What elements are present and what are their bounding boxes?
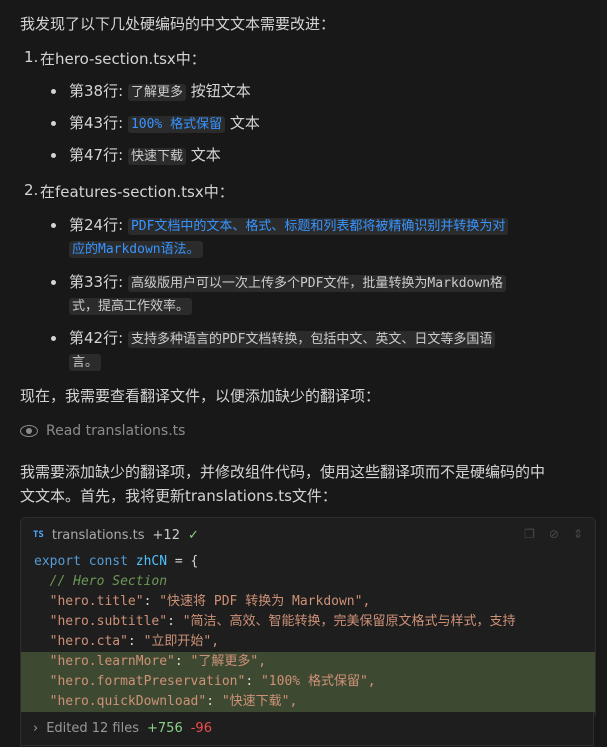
inline-code: 了解更多	[127, 84, 186, 101]
plan-text-line2: 文文本。首先，我将更新translations.ts文件：	[20, 487, 337, 505]
file-name: translations.ts	[51, 527, 145, 543]
inline-code: 言。	[69, 354, 102, 371]
bullet	[51, 89, 56, 94]
typescript-icon: TS	[33, 530, 44, 540]
list-item: 第38行: 了解更多 按钮文本	[69, 80, 251, 101]
file-edit-header[interactable]: TS translations.ts +12 ✓ ❐ ⊘ ⇕	[21, 518, 595, 552]
list-item-continuation: 式，提高工作效率。	[69, 295, 193, 315]
code-line: export const zhCN = {	[34, 554, 199, 569]
bullet	[51, 336, 56, 341]
bullet	[51, 223, 56, 228]
edited-files-label: Edited 12 files	[46, 721, 140, 736]
eye-icon	[20, 425, 38, 437]
read-file-label: Read translations.ts	[46, 423, 186, 439]
inline-code: 高级版用户可以一次上传多个PDF文件，批量转换为Markdown格	[127, 275, 507, 292]
list-item: 第33行: 高级版用户可以一次上传多个PDF文件，批量转换为Markdown格	[69, 271, 507, 292]
list-number-1: 1.	[24, 48, 39, 66]
check-text: 现在，我需要查看翻译文件，以便添加缺少的翻译项：	[20, 387, 381, 405]
expand-icon[interactable]: ⇕	[573, 527, 583, 541]
code-line-added: "hero.quickDownload": "快速下载",	[21, 692, 595, 712]
code-line: "hero.title": "快速将 PDF 转换为 Markdown",	[34, 594, 371, 609]
plan-text-line1: 我需要添加缺少的翻译项，并修改组件代码，使用这些翻译项而不是硬编码的中	[20, 463, 546, 481]
bullet	[51, 153, 56, 158]
file-edit-panel[interactable]: TS translations.ts +12 ✓ ❐ ⊘ ⇕ export co…	[20, 517, 596, 719]
code-line-added: "hero.formatPreservation": "100% 格式保留",	[21, 672, 595, 692]
line-ref: 第24行:	[69, 216, 124, 234]
list-item: 第47行: 快速下载 文本	[69, 144, 221, 165]
stop-icon[interactable]: ⊘	[549, 527, 559, 541]
code-line: // Hero Section	[34, 574, 168, 589]
bullet	[51, 121, 56, 126]
item-suffix: 文本	[229, 114, 260, 132]
list-item-continuation: 应的Markdown语法。	[69, 238, 203, 258]
panel-actions: ❐ ⊘ ⇕	[524, 527, 583, 541]
code-block: export const zhCN = { // Hero Section "h…	[21, 552, 595, 712]
inline-code: 100% 格式保留	[127, 116, 226, 133]
bullet	[51, 280, 56, 285]
code-line: "hero.cta": "立即开始",	[34, 634, 220, 649]
list-item: 第24行: PDF文档中的文本、格式、标题和列表都将被精确识别并转换为对	[69, 214, 509, 235]
intro-text: 我发现了以下几处硬编码的中文文本需要改进：	[20, 15, 336, 33]
code-line: "hero.subtitle": "简洁、高效、智能转换，完美保留原文格式与样式…	[34, 614, 516, 629]
check-icon: ✓	[187, 527, 199, 543]
read-file-action[interactable]: Read translations.ts	[20, 423, 185, 439]
edited-files-summary[interactable]: › Edited 12 files +756 -96	[20, 712, 594, 746]
line-ref: 第47行:	[69, 146, 124, 164]
list-number-2: 2.	[24, 181, 39, 199]
list-item-continuation: 言。	[69, 351, 102, 371]
item-suffix: 按钮文本	[190, 82, 251, 100]
list-item: 第42行: 支持多种语言的PDF文档转换，包括中文、英文、日文等多国语	[69, 327, 496, 348]
lines-removed: -96	[190, 721, 212, 736]
inline-code: 支持多种语言的PDF文档转换，包括中文、英文、日文等多国语	[127, 331, 496, 348]
item-suffix: 文本	[190, 146, 221, 164]
line-ref: 第42行:	[69, 329, 124, 347]
section2-title: 在features-section.tsx中：	[40, 183, 234, 201]
added-lines-count: +12	[152, 527, 180, 543]
line-ref: 第38行:	[69, 82, 124, 100]
chevron-right-icon: ›	[33, 721, 39, 736]
code-line-added: "hero.learnMore": "了解更多",	[21, 652, 595, 672]
inline-code: 式，提高工作效率。	[69, 298, 193, 315]
list-item: 第43行: 100% 格式保留 文本	[69, 112, 260, 133]
line-ref: 第43行:	[69, 114, 124, 132]
inline-code: PDF文档中的文本、格式、标题和列表都将被精确识别并转换为对	[127, 218, 509, 235]
inline-code: 应的Markdown语法。	[69, 241, 203, 258]
inline-code: 快速下载	[127, 148, 186, 165]
section1-title: 在hero-section.tsx中：	[40, 50, 206, 68]
line-ref: 第33行:	[69, 273, 124, 291]
copy-icon[interactable]: ❐	[524, 527, 535, 541]
lines-added: +756	[147, 721, 183, 736]
